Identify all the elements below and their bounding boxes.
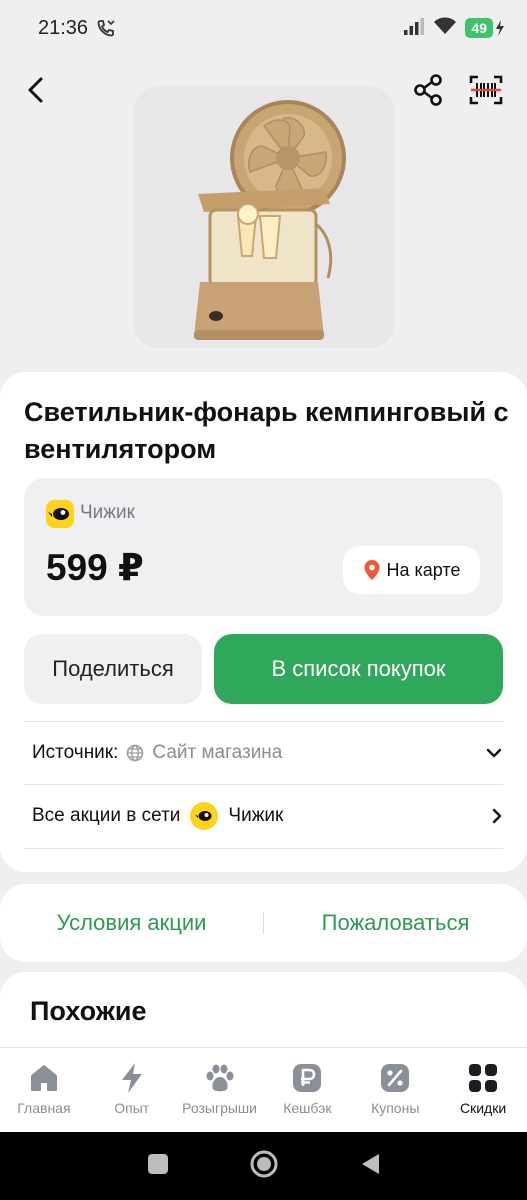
nav-label: Розыгрыши: [182, 1100, 257, 1116]
battery-level: 49: [465, 18, 493, 38]
product-price: 599 ₽: [46, 547, 144, 588]
map-button[interactable]: На карте: [343, 546, 480, 594]
bottom-nav: Главная Опыт Розыгрыши Кешбэк Купоны Ски…: [0, 1047, 527, 1132]
nav-item-discounts[interactable]: Скидки: [439, 1048, 527, 1132]
grid-icon: [467, 1062, 499, 1094]
all-promos-row[interactable]: Все акции в сети Чижик: [32, 785, 502, 847]
nav-item-cashback[interactable]: Кешбэк: [263, 1048, 351, 1132]
nav-label: Опыт: [114, 1100, 150, 1116]
nav-item-experience[interactable]: Опыт: [88, 1048, 176, 1132]
barcode-scan-button[interactable]: [464, 70, 508, 110]
chevron-down-icon: [486, 748, 502, 758]
divider: [24, 848, 503, 849]
globe-icon: [127, 744, 144, 762]
product-image: [134, 86, 394, 348]
source-value: Сайт магазина: [126, 742, 282, 764]
home-icon: [28, 1062, 60, 1094]
signal-icon: [403, 17, 425, 40]
all-promos-label: Все акции в сети: [32, 805, 181, 826]
status-time: 21:36: [38, 16, 89, 39]
square-icon: [147, 1153, 168, 1174]
product-card: Светильник-фонарь кемпинговый с вентилят…: [0, 372, 527, 872]
source-row[interactable]: Источник: Сайт магазина: [32, 722, 502, 784]
battery-icon: 49: [465, 18, 505, 38]
product-title: Светильник-фонарь кемпинговый с вентилят…: [24, 397, 509, 464]
status-bar: 21:36 49: [0, 0, 527, 56]
add-to-shopping-list-button[interactable]: В список покупок: [214, 634, 503, 704]
share-button[interactable]: [408, 70, 448, 110]
circle-icon: [250, 1150, 277, 1177]
map-pin-icon: [364, 560, 380, 580]
promo-links-card: Условия акции Пожаловаться: [0, 884, 527, 962]
wifi-icon: [433, 17, 457, 40]
store-logo-icon: [46, 500, 74, 528]
home-system-button[interactable]: [249, 1149, 279, 1184]
complain-link[interactable]: Пожаловаться: [264, 910, 527, 936]
back-icon: [28, 77, 43, 103]
store-name: Чижик: [80, 502, 135, 523]
wifi-call-icon: [96, 18, 116, 38]
share-action-button[interactable]: Поделиться: [24, 634, 202, 704]
product-header: [0, 56, 527, 370]
lightning-icon: [116, 1062, 148, 1094]
triangle-back-icon: [361, 1153, 379, 1174]
nav-label: Купоны: [371, 1100, 420, 1116]
nav-item-coupons[interactable]: Купоны: [351, 1048, 439, 1132]
nav-label: Кешбэк: [283, 1100, 332, 1116]
map-button-label: На карте: [386, 559, 461, 580]
percent-icon: [379, 1062, 411, 1094]
nav-item-home[interactable]: Главная: [0, 1048, 88, 1132]
store-logo-icon: [190, 802, 219, 830]
similar-title: Похожие: [30, 996, 147, 1026]
recents-button[interactable]: [147, 1153, 169, 1180]
ruble-icon: [291, 1062, 323, 1094]
barcode-scan-icon: [469, 75, 503, 105]
source-value-text: Сайт магазина: [152, 742, 283, 763]
system-nav-bar: [0, 1132, 527, 1200]
share-icon: [414, 74, 442, 106]
source-label: Источник:: [32, 742, 119, 763]
back-system-button[interactable]: [359, 1152, 381, 1181]
nav-label: Главная: [17, 1100, 71, 1116]
nav-item-giveaways[interactable]: Розыгрыши: [176, 1048, 264, 1132]
nav-label: Скидки: [459, 1100, 507, 1116]
paw-icon: [204, 1062, 236, 1094]
back-button[interactable]: [18, 72, 54, 108]
price-box: Чижик 599 ₽ На карте: [24, 478, 503, 616]
all-promos-store: Чижик: [228, 805, 284, 826]
promo-conditions-link[interactable]: Условия акции: [0, 910, 263, 936]
chevron-right-icon: [492, 808, 502, 824]
